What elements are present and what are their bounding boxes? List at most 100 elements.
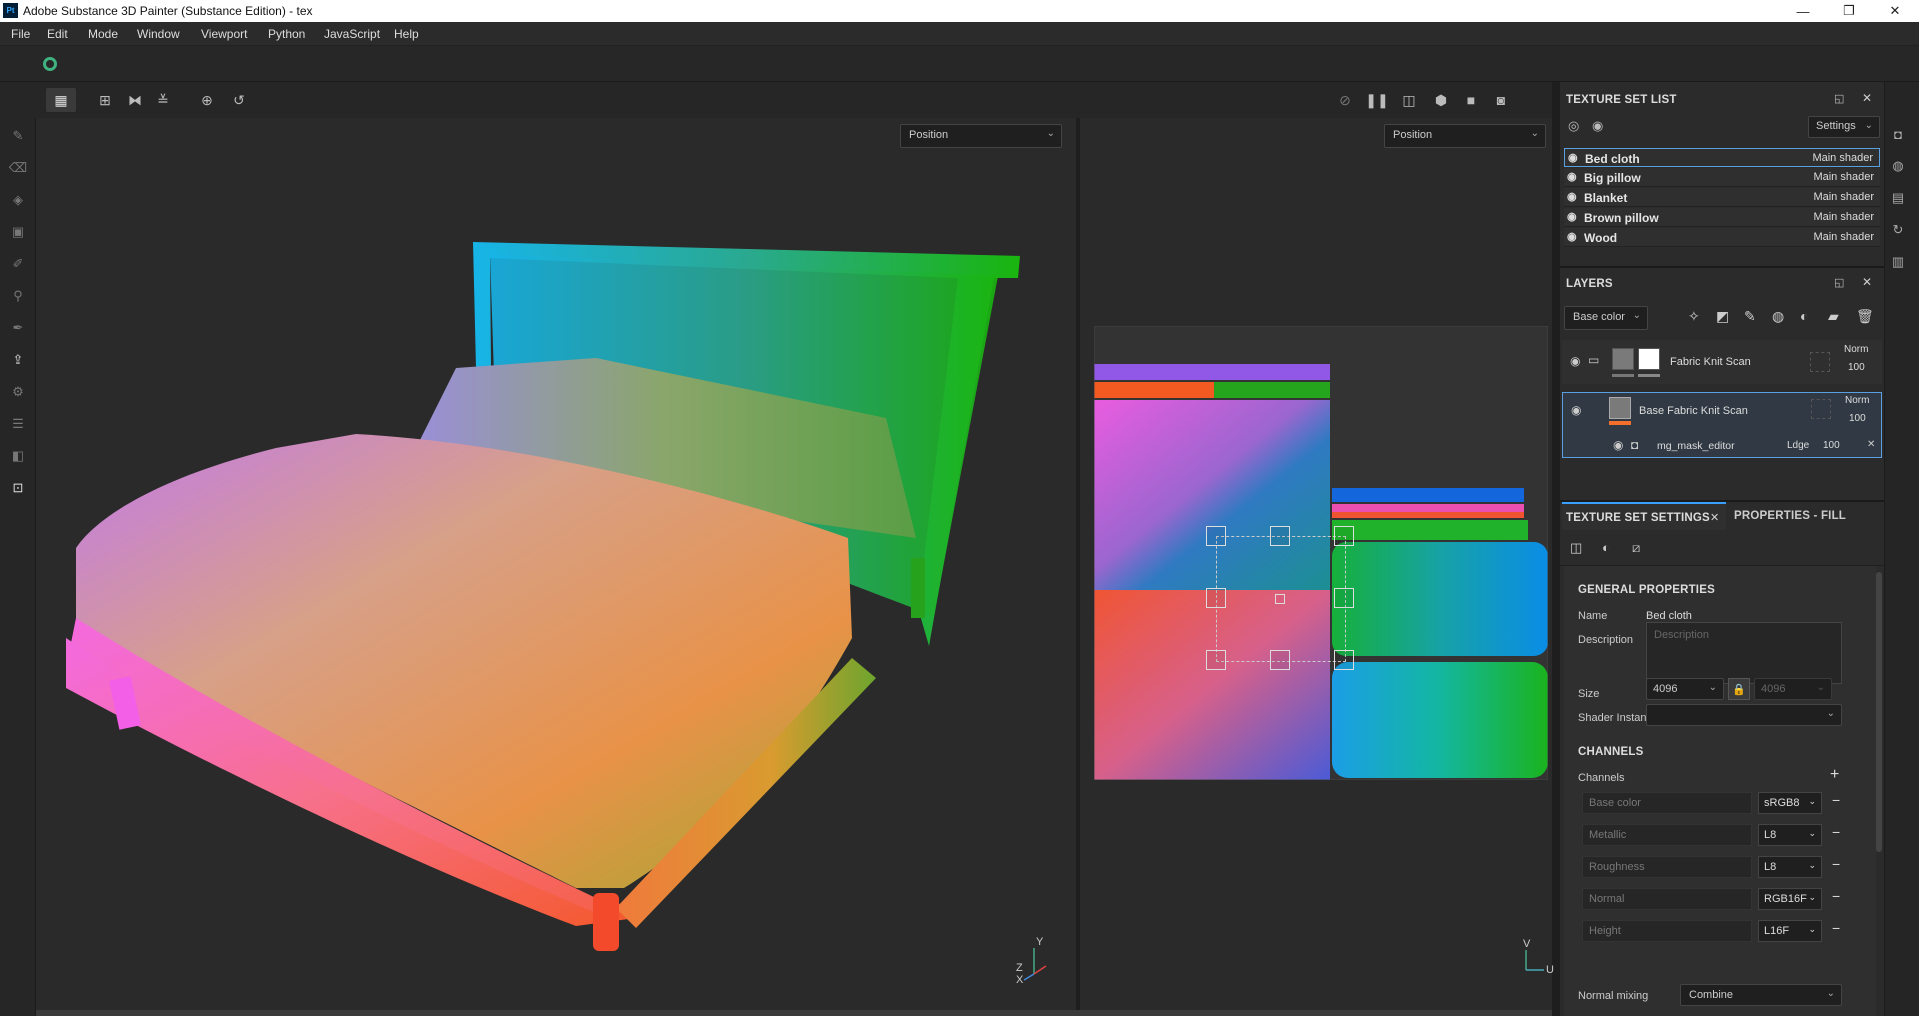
layer-channel-dropdown[interactable]: Base color ⌄: [1564, 306, 1648, 330]
eye-icon[interactable]: ◉: [1567, 210, 1577, 223]
texture-set-row-brown-pillow[interactable]: ◉ Brown pillow Main shader: [1564, 208, 1880, 227]
eye-icon[interactable]: ◉: [1613, 438, 1623, 452]
texture-set-row-blanket[interactable]: ◉ Blanket Main shader: [1564, 188, 1880, 207]
texture-set-shader[interactable]: Main shader: [1813, 171, 1874, 183]
add-effect-icon[interactable]: ✧: [1688, 308, 1700, 325]
gizmo-handle-br[interactable]: [1334, 650, 1354, 670]
smudge-icon[interactable]: ✐: [6, 252, 30, 276]
layer-blend-mode[interactable]: Norm: [1845, 395, 1869, 406]
layer-name[interactable]: Base Fabric Knit Scan: [1639, 405, 1748, 417]
uv-transform-icon[interactable]: ⧄: [1632, 540, 1640, 556]
gizmo-handle-ml[interactable]: [1206, 588, 1226, 608]
visibility-toggle-icon[interactable]: ◎: [1568, 118, 1579, 134]
layer-name[interactable]: Fabric Knit Scan: [1670, 356, 1751, 368]
uv-canvas[interactable]: [1094, 326, 1548, 780]
mask-name[interactable]: mg_mask_editor: [1657, 440, 1735, 452]
gizmo-center-handle[interactable]: [1275, 594, 1285, 604]
menu-file[interactable]: File: [11, 27, 30, 41]
clone-stamp-icon[interactable]: ⚲: [6, 284, 30, 308]
layer-opacity[interactable]: 100: [1849, 413, 1866, 424]
mask-opacity[interactable]: 100: [1823, 440, 1840, 451]
texture-set-shader[interactable]: Main shader: [1813, 211, 1874, 223]
name-value[interactable]: Bed cloth: [1646, 610, 1692, 622]
texture-set-row-big-pillow[interactable]: ◉ Big pillow Main shader: [1564, 168, 1880, 187]
texture-set-shader[interactable]: Main shader: [1813, 191, 1874, 203]
add-fill-layer-icon[interactable]: ◍: [1772, 308, 1784, 325]
texture-set-row-bed-cloth[interactable]: ◉ Bed cloth Main shader: [1564, 148, 1880, 167]
eye-icon[interactable]: ◉: [1570, 354, 1580, 368]
texture-set-icon[interactable]: ◫: [1570, 540, 1582, 556]
menu-python[interactable]: Python: [268, 27, 305, 41]
gizmo-handle-tr[interactable]: [1334, 526, 1354, 546]
geometry-fill-icon[interactable]: ▣: [6, 220, 30, 244]
channel-format-dropdown[interactable]: L8 ⌄: [1758, 856, 1822, 878]
channel-format-dropdown[interactable]: sRGB8 ⌄: [1758, 792, 1822, 814]
log-icon[interactable]: ▥: [1886, 250, 1910, 274]
close-panel-icon[interactable]: ✕: [1862, 91, 1872, 105]
channel-format-dropdown[interactable]: L16F ⌄: [1758, 920, 1822, 942]
texture-set-shader[interactable]: Main shader: [1813, 231, 1874, 243]
texture-set-settings-dropdown[interactable]: Settings ⌄: [1808, 116, 1880, 138]
gizmo-handle-bc[interactable]: [1270, 650, 1290, 670]
menu-mode[interactable]: Mode: [88, 27, 118, 41]
remove-channel-icon[interactable]: −: [1832, 792, 1840, 808]
viewport-3d[interactable]: Position ⌄ Y Z X: [36, 118, 1076, 1010]
history-icon[interactable]: ↻: [1886, 218, 1910, 242]
scrollbar[interactable]: [1876, 572, 1882, 852]
eye-icon[interactable]: ◉: [1567, 170, 1577, 183]
close-tab-icon[interactable]: ✕: [1710, 511, 1719, 524]
settings-scroll-area[interactable]: GENERAL PROPERTIES Name Bed cloth Descri…: [1564, 566, 1876, 1016]
texture-set-shader[interactable]: Main shader: [1812, 152, 1873, 164]
shelf-icon[interactable]: ▤: [1886, 186, 1910, 210]
gizmo-handle-tc[interactable]: [1270, 526, 1290, 546]
hide-icon[interactable]: ⊘: [1330, 88, 1360, 112]
add-mask-icon[interactable]: ◩: [1716, 308, 1729, 325]
align-icon[interactable]: ≚: [148, 88, 178, 112]
mask-row[interactable]: ◉ ◘ mg_mask_editor Ldge 100 ✕: [1562, 434, 1882, 458]
environment-icon[interactable]: ◍: [1886, 154, 1910, 178]
viewport-2d-channel-dropdown[interactable]: Position ⌄: [1384, 124, 1546, 148]
split-view-icon[interactable]: ◫: [1394, 88, 1424, 112]
add-channel-button[interactable]: +: [1830, 766, 1839, 784]
pause-icon[interactable]: ❚❚: [1362, 88, 1392, 112]
undock-icon[interactable]: ◱: [1834, 276, 1844, 289]
mask-blend-mode[interactable]: Ldge: [1787, 440, 1809, 451]
layer-blend-mode[interactable]: Norm: [1844, 344, 1868, 355]
display-settings-icon[interactable]: ◘: [1886, 122, 1910, 146]
bake-export-icon[interactable]: ⇪: [6, 348, 30, 372]
texture-set-row-wood[interactable]: ◉ Wood Main shader: [1564, 228, 1880, 247]
layer-opacity[interactable]: 100: [1848, 362, 1865, 373]
color-picker-icon[interactable]: ✒: [6, 316, 30, 340]
minimize-button[interactable]: —: [1780, 0, 1826, 22]
remove-channel-icon[interactable]: −: [1832, 920, 1840, 936]
eye-icon[interactable]: ◉: [1567, 190, 1577, 203]
remove-channel-icon[interactable]: −: [1832, 888, 1840, 904]
single-view-icon[interactable]: ▦: [46, 88, 76, 112]
grid-view-icon[interactable]: ⊞: [90, 88, 120, 112]
menu-window[interactable]: Window: [137, 27, 180, 41]
gizmo-handle-mr[interactable]: [1334, 588, 1354, 608]
mirror-icon[interactable]: ⧓: [120, 88, 150, 112]
3d-cube-icon[interactable]: ⬢: [1426, 88, 1456, 112]
history-icon[interactable]: ↺: [224, 88, 254, 112]
tab-texture-set-settings[interactable]: TEXTURE SET SETTINGS ✕: [1562, 502, 1726, 530]
eraser-icon[interactable]: ⌫: [6, 156, 30, 180]
add-paint-layer-icon[interactable]: ✎: [1744, 308, 1756, 325]
add-frame-icon[interactable]: ⊕: [192, 88, 222, 112]
camera-icon[interactable]: ■: [1456, 88, 1486, 112]
add-smart-material-icon[interactable]: ◐: [1800, 308, 1808, 324]
screenshot-icon[interactable]: ◙: [1486, 88, 1516, 112]
layer-row-fabric-knit-scan[interactable]: ◉ ▭ Fabric Knit Scan Norm 100: [1562, 340, 1882, 384]
close-window-button[interactable]: ✕: [1872, 0, 1918, 22]
viewport-3d-channel-dropdown[interactable]: Position ⌄: [900, 124, 1062, 148]
shader-instance-dropdown[interactable]: ⌄: [1646, 704, 1842, 726]
eye-icon[interactable]: ◉: [1571, 403, 1581, 417]
menu-help[interactable]: Help: [394, 27, 419, 41]
mask-icon[interactable]: ◧: [6, 444, 30, 468]
description-input[interactable]: Description: [1646, 622, 1842, 684]
measure-icon[interactable]: ⊡: [6, 476, 30, 500]
close-panel-icon[interactable]: ✕: [1862, 275, 1872, 289]
maximize-button[interactable]: ❐: [1826, 0, 1872, 22]
projection-icon[interactable]: ◈: [6, 188, 30, 212]
remove-channel-icon[interactable]: −: [1832, 856, 1840, 872]
